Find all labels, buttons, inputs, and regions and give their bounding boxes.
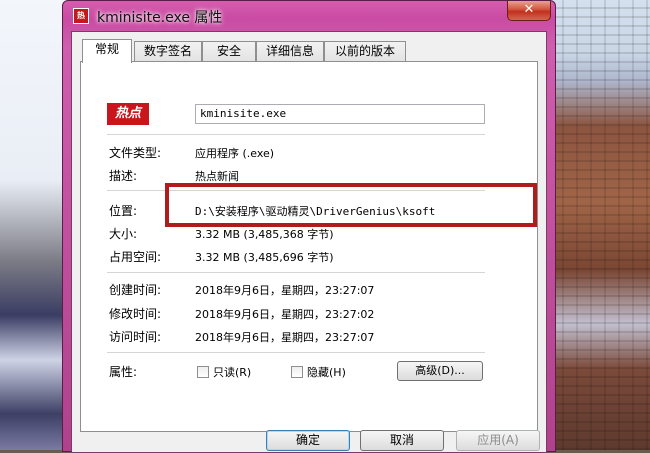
desktop-background-left (0, 0, 70, 450)
location-highlight-box (165, 183, 537, 227)
ok-button[interactable]: 确定 (266, 430, 350, 451)
readonly-label[interactable]: 只读(R) (213, 364, 251, 380)
description-label: 描述: (109, 169, 138, 183)
desktop-background-right (548, 0, 650, 450)
title-bar[interactable]: 热 kminisite.exe 属性 ✕ (63, 1, 555, 31)
apply-button[interactable]: 应用(A) (456, 430, 540, 451)
created-label: 创建时间: (109, 283, 162, 297)
properties-window: 热 kminisite.exe 属性 ✕ 常规 数字签名 安全 详细信息 以前的… (62, 0, 556, 453)
readonly-checkbox[interactable] (197, 366, 209, 378)
dialog-client-area: 常规 数字签名 安全 详细信息 以前的版本 热点 kminisite.exe 文… (71, 31, 547, 453)
description-value: 热点新闻 (195, 170, 239, 183)
tab-previous-versions[interactable]: 以前的版本 (324, 41, 406, 61)
general-panel: 热点 kminisite.exe 文件类型: 应用程序 (.exe) 描述: 热… (80, 61, 538, 432)
tab-security[interactable]: 安全 (202, 41, 256, 61)
tab-general[interactable]: 常规 (82, 39, 132, 63)
size-on-disk-label: 占用空间: (109, 250, 162, 264)
divider (107, 352, 485, 353)
hidden-checkbox[interactable] (291, 366, 303, 378)
modified-label: 修改时间: (109, 307, 162, 321)
tab-digital-signature[interactable]: 数字签名 (134, 41, 202, 61)
size-value: 3.32 MB (3,485,368 字节) (195, 228, 334, 241)
size-label: 大小: (109, 227, 138, 241)
location-label: 位置: (109, 204, 138, 218)
app-icon-small: 热 (73, 8, 89, 24)
advanced-button[interactable]: 高级(D)... (397, 361, 483, 381)
divider (107, 134, 485, 135)
file-type-value: 应用程序 (.exe) (195, 147, 275, 160)
app-logo-icon: 热点 (107, 103, 149, 125)
cancel-button[interactable]: 取消 (360, 430, 444, 451)
created-value: 2018年9月6日，星期四，23:27:07 (195, 284, 375, 297)
size-on-disk-value: 3.32 MB (3,485,696 字节) (195, 251, 334, 264)
accessed-label: 访问时间: (109, 330, 162, 344)
file-type-label: 文件类型: (109, 146, 162, 160)
modified-value: 2018年9月6日，星期四，23:27:02 (195, 308, 375, 321)
divider (107, 272, 485, 273)
window-title: kminisite.exe 属性 (97, 10, 223, 26)
accessed-value: 2018年9月6日，星期四，23:27:07 (195, 331, 375, 344)
close-button[interactable]: ✕ (507, 1, 551, 21)
hidden-label[interactable]: 隐藏(H) (307, 364, 346, 380)
attributes-label: 属性: (109, 365, 138, 379)
file-name-input[interactable]: kminisite.exe (195, 104, 485, 124)
tab-details[interactable]: 详细信息 (256, 41, 324, 61)
